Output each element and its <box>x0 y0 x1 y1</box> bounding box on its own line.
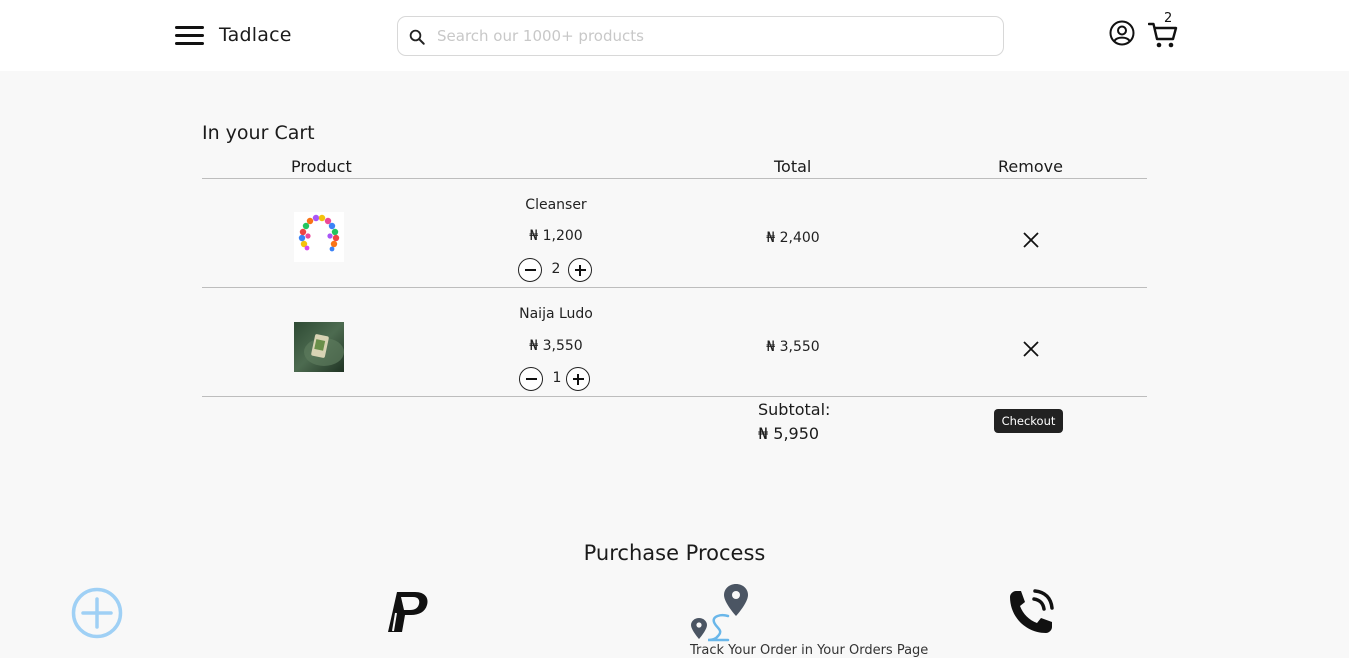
increase-quantity-button[interactable] <box>566 367 590 391</box>
decrease-quantity-button[interactable] <box>518 258 542 282</box>
quantity-stepper: 1 <box>519 366 599 392</box>
column-header-remove: Remove <box>998 157 1063 176</box>
purchase-process-title: Purchase Process <box>583 541 766 565</box>
item-name[interactable]: Naija Ludo <box>486 306 626 322</box>
item-price: ₦ 1,200 <box>529 228 583 244</box>
user-circle-icon[interactable] <box>1109 20 1135 46</box>
divider <box>202 287 1147 288</box>
decrease-quantity-button[interactable] <box>519 367 543 391</box>
checkout-button[interactable]: Checkout <box>994 409 1063 433</box>
cart-title: In your Cart <box>202 122 315 144</box>
divider <box>202 396 1147 397</box>
subtotal-label: Subtotal: <box>758 400 831 419</box>
brand-logo[interactable]: Tadlace <box>219 24 292 46</box>
search-bar <box>397 16 1004 56</box>
subtotal-value: ₦ 5,950 <box>758 424 820 443</box>
quantity-value: 2 <box>551 261 561 277</box>
item-line-total: ₦ 2,400 <box>766 230 820 246</box>
add-circle-icon[interactable] <box>71 587 123 639</box>
column-header-total: Total <box>774 157 812 176</box>
product-image-naija-ludo[interactable] <box>294 322 344 372</box>
paypal-icon <box>388 592 428 632</box>
site-header: Tadlace 2 <box>0 0 1349 71</box>
search-input[interactable] <box>437 17 997 55</box>
phone-call-icon <box>1010 589 1054 633</box>
map-route-icon <box>691 584 748 642</box>
shopping-cart-icon[interactable] <box>1148 21 1178 49</box>
increase-quantity-button[interactable] <box>568 258 592 282</box>
item-price: ₦ 3,550 <box>529 338 583 354</box>
product-image-cleanser[interactable] <box>294 212 344 262</box>
column-header-product: Product <box>291 157 352 176</box>
track-order-text: Track Your Order in Your Orders Page <box>690 643 929 658</box>
remove-item-close-icon[interactable] <box>1022 340 1040 358</box>
quantity-stepper: 2 <box>518 257 598 283</box>
remove-item-close-icon[interactable] <box>1022 231 1040 249</box>
item-name[interactable]: Cleanser <box>486 197 626 213</box>
search-icon[interactable] <box>408 28 426 46</box>
item-line-total: ₦ 3,550 <box>766 339 820 355</box>
divider <box>202 178 1147 179</box>
hamburger-menu-icon[interactable] <box>175 24 204 48</box>
